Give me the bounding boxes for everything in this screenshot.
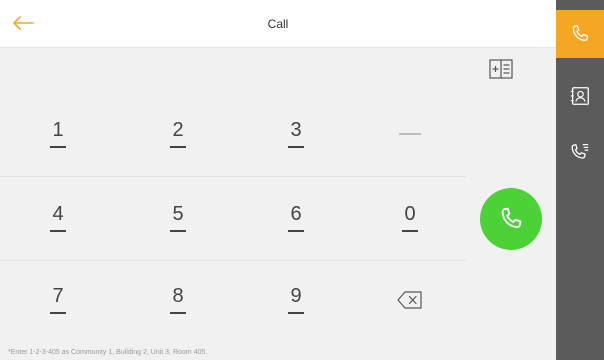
sidebar-item-call-log[interactable] — [556, 128, 604, 176]
key-6[interactable]: 6 — [238, 180, 354, 256]
key-5[interactable]: 5 — [120, 180, 236, 256]
contacts-icon — [570, 87, 589, 105]
phone-icon — [572, 25, 589, 42]
dial-hint: *Enter 1-2-3-405 as Community 1, Buildin… — [8, 349, 208, 356]
call-log-icon — [571, 144, 589, 159]
add-contact-icon — [489, 59, 513, 79]
page-title: Call — [267, 17, 289, 31]
key-1[interactable]: 1 — [0, 96, 116, 172]
sidebar-item-call[interactable] — [556, 10, 604, 58]
sidebar-item-contacts[interactable] — [556, 72, 604, 120]
sidebar — [556, 0, 604, 360]
key-2[interactable]: 2 — [120, 96, 236, 172]
backspace-button[interactable] — [352, 262, 468, 338]
row-divider — [0, 176, 466, 177]
row-divider — [0, 260, 466, 261]
add-contact-button[interactable] — [486, 56, 516, 82]
key-9[interactable]: 9 — [238, 262, 354, 338]
backspace-icon — [397, 291, 422, 309]
call-button[interactable] — [480, 188, 542, 250]
key-3-digit: 3 — [290, 119, 302, 142]
key-0[interactable]: 0 — [352, 180, 468, 256]
key-7-digit: 7 — [52, 285, 64, 308]
key-2-digit: 2 — [172, 119, 184, 142]
dial-pad: 1 2 3 4 5 6 0 7 8 9 *Enter 1-2-3-405 as … — [0, 48, 556, 360]
number-display — [0, 48, 556, 96]
dash-mark — [399, 133, 421, 135]
key-1-digit: 1 — [52, 119, 64, 142]
key-0-digit: 0 — [404, 203, 416, 226]
key-8-digit: 8 — [172, 285, 184, 308]
key-7[interactable]: 7 — [0, 262, 116, 338]
key-8[interactable]: 8 — [120, 262, 236, 338]
key-9-digit: 9 — [290, 285, 302, 308]
key-4-digit: 4 — [52, 203, 64, 226]
key-5-digit: 5 — [172, 203, 184, 226]
phone-icon — [501, 207, 522, 228]
key-4[interactable]: 4 — [0, 180, 116, 256]
key-dash[interactable] — [352, 96, 468, 172]
top-bar: Call — [0, 0, 556, 48]
key-6-digit: 6 — [290, 203, 302, 226]
key-3[interactable]: 3 — [238, 96, 354, 172]
